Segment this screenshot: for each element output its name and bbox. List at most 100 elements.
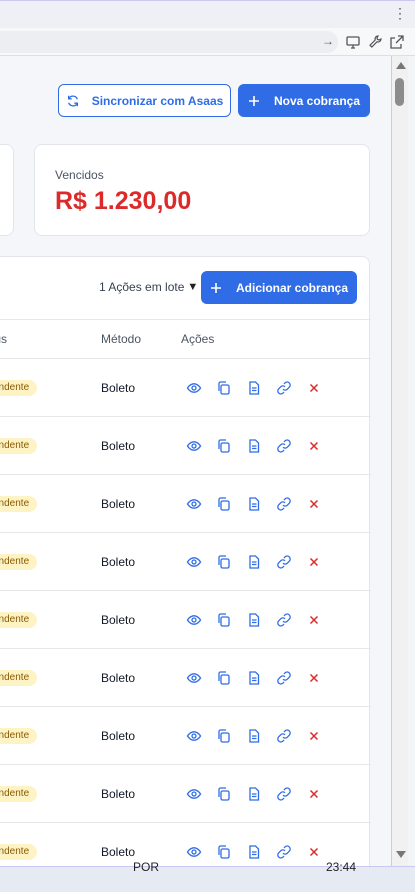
payment-method: Boleto [101, 555, 136, 569]
link-icon[interactable] [276, 612, 292, 628]
browser-menu-icon[interactable]: ⋮ [393, 6, 407, 20]
table-row: endente Boleto [0, 417, 371, 475]
document-icon[interactable] [246, 612, 262, 628]
link-icon[interactable] [276, 438, 292, 454]
status-badge: endente [0, 670, 38, 686]
payment-method: Boleto [101, 729, 136, 743]
browser-toolbar: → [0, 28, 415, 56]
close-icon[interactable] [306, 612, 322, 628]
status-badge: endente [0, 844, 38, 860]
plus-icon [248, 95, 259, 106]
address-bar[interactable]: → [0, 31, 338, 53]
table-row: endente Boleto [0, 823, 371, 866]
link-icon[interactable] [276, 670, 292, 686]
column-method[interactable]: Método [101, 332, 141, 346]
link-icon[interactable] [276, 554, 292, 570]
os-taskbar: POR 23:44 [0, 860, 415, 892]
overdue-summary-card: Vencidos R$ 1.230,00 [34, 144, 370, 236]
eye-icon[interactable] [186, 844, 202, 860]
link-icon[interactable] [276, 844, 292, 860]
close-icon[interactable] [306, 728, 322, 744]
copy-icon[interactable] [216, 380, 232, 396]
wrench-icon[interactable] [367, 34, 383, 50]
go-arrow-icon[interactable]: → [322, 34, 334, 48]
eye-icon[interactable] [186, 786, 202, 802]
billing-page: Sincronizar com Asaas Nova cobrança Venc… [0, 56, 392, 866]
document-icon[interactable] [246, 786, 262, 802]
status-badge: endente [0, 612, 38, 628]
add-charge-label: Adicionar cobrança [235, 280, 349, 295]
copy-icon[interactable] [216, 844, 232, 860]
link-icon[interactable] [276, 496, 292, 512]
bulk-actions-label: 1 Ações em lote [99, 280, 185, 294]
close-icon[interactable] [306, 844, 322, 860]
scroll-thumb[interactable] [395, 78, 404, 106]
copy-icon[interactable] [216, 670, 232, 686]
eye-icon[interactable] [186, 438, 202, 454]
document-icon[interactable] [246, 438, 262, 454]
eye-icon[interactable] [186, 670, 202, 686]
browser-title-bar: ⋮ [0, 0, 415, 28]
close-icon[interactable] [306, 670, 322, 686]
status-badge: endente [0, 554, 38, 570]
table-row: endente Boleto [0, 359, 371, 417]
payment-method: Boleto [101, 497, 136, 511]
desktop-icon[interactable] [345, 34, 361, 50]
scroll-down-icon[interactable] [396, 851, 406, 858]
copy-icon[interactable] [216, 728, 232, 744]
link-icon[interactable] [276, 728, 292, 744]
table-header: tus Método Ações [0, 319, 371, 359]
status-badge: endente [0, 786, 38, 802]
payment-method: Boleto [101, 613, 136, 627]
sync-asaas-button[interactable]: Sincronizar com Asaas [58, 84, 231, 117]
document-icon[interactable] [246, 554, 262, 570]
table-row: endente Boleto [0, 591, 371, 649]
column-actions: Ações [181, 332, 215, 346]
payment-method: Boleto [101, 671, 136, 685]
status-badge: endente [0, 380, 38, 396]
plus-icon [210, 282, 221, 293]
status-badge: endente [0, 496, 38, 512]
eye-icon[interactable] [186, 380, 202, 396]
close-icon[interactable] [306, 554, 322, 570]
clock[interactable]: 23:44 [326, 860, 356, 874]
copy-icon[interactable] [216, 496, 232, 512]
overdue-value: R$ 1.230,00 [55, 187, 192, 215]
language-indicator[interactable]: POR [133, 860, 159, 874]
status-badge: endente [0, 728, 38, 744]
add-charge-button[interactable]: Adicionar cobrança [201, 271, 357, 304]
bulk-actions-dropdown[interactable]: 1 Ações em lote ▼ [99, 280, 198, 294]
eye-icon[interactable] [186, 612, 202, 628]
eye-icon[interactable] [186, 554, 202, 570]
sync-asaas-label: Sincronizar com Asaas [91, 93, 224, 108]
eye-icon[interactable] [186, 728, 202, 744]
copy-icon[interactable] [216, 438, 232, 454]
payment-method: Boleto [101, 439, 136, 453]
copy-icon[interactable] [216, 612, 232, 628]
column-status[interactable]: tus [0, 332, 7, 346]
caret-down-icon: ▼ [187, 281, 199, 293]
close-icon[interactable] [306, 496, 322, 512]
payment-method: Boleto [101, 381, 136, 395]
document-icon[interactable] [246, 844, 262, 860]
copy-icon[interactable] [216, 554, 232, 570]
document-icon[interactable] [246, 670, 262, 686]
document-icon[interactable] [246, 728, 262, 744]
copy-icon[interactable] [216, 786, 232, 802]
eye-icon[interactable] [186, 496, 202, 512]
table-row: endente Boleto [0, 533, 371, 591]
new-charge-button[interactable]: Nova cobrança [238, 84, 370, 117]
summary-card-partial [0, 144, 14, 236]
link-icon[interactable] [276, 786, 292, 802]
document-icon[interactable] [246, 380, 262, 396]
page-scrollbar[interactable] [392, 56, 408, 866]
scroll-up-icon[interactable] [396, 62, 406, 69]
close-icon[interactable] [306, 380, 322, 396]
link-icon[interactable] [276, 380, 292, 396]
table-row: endente Boleto [0, 475, 371, 533]
overdue-label: Vencidos [55, 168, 104, 182]
close-icon[interactable] [306, 438, 322, 454]
document-icon[interactable] [246, 496, 262, 512]
close-icon[interactable] [306, 786, 322, 802]
open-external-icon[interactable] [389, 34, 405, 50]
